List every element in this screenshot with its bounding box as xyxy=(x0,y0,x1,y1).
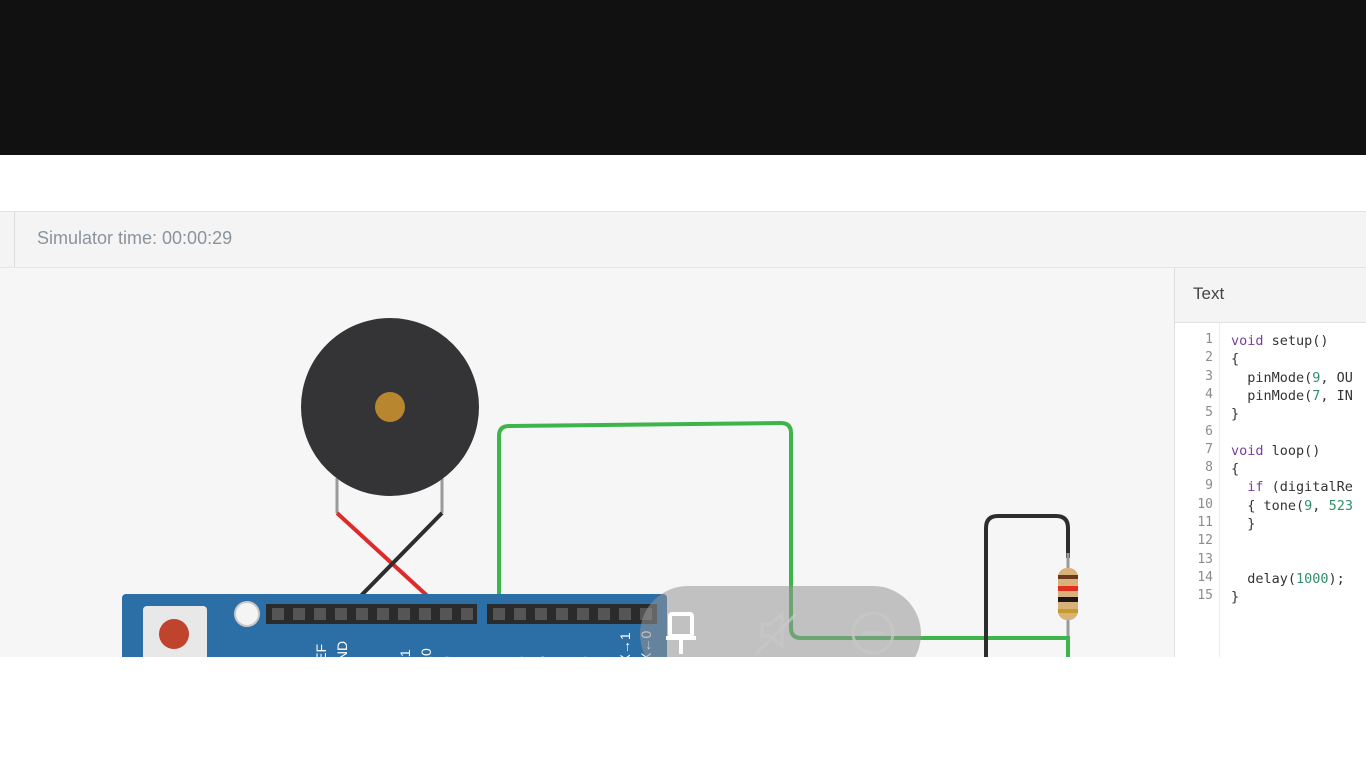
code-editor-panel: Text 1 2 3 4 5 6 7 8 9 10 11 12 13 14 15 void setup(){… xyxy=(1174,268,1366,658)
code-line[interactable]: delay(1000); xyxy=(1231,570,1345,588)
code-line[interactable]: if (digitalRe xyxy=(1231,478,1353,496)
line-number: 3 xyxy=(1205,368,1213,384)
line-number: 6 xyxy=(1205,423,1213,439)
line-number: 7 xyxy=(1205,441,1213,457)
reset-button xyxy=(159,619,189,649)
page-bottom xyxy=(0,657,1366,768)
code-line[interactable]: { xyxy=(1231,350,1239,368)
pin-label: TX→1 xyxy=(617,632,633,658)
simulator-app: Simulator time: 00:00:29 REF GND TX→1 Te… xyxy=(0,211,1366,658)
line-number: 15 xyxy=(1197,588,1213,604)
code-line[interactable]: pinMode(7, IN xyxy=(1231,387,1353,405)
pin-label: REF xyxy=(313,644,329,658)
buzzer-center xyxy=(375,392,405,422)
line-number: 10 xyxy=(1197,496,1213,512)
simulator-time: Simulator time: 00:00:29 xyxy=(37,228,233,248)
line-number: 12 xyxy=(1197,533,1213,549)
circuit-drawing: REF GND 13 12 ~11 ~10 ~9 8 7 ~6 ~5 4 ~3 … xyxy=(122,318,1078,658)
header-right xyxy=(487,604,657,624)
line-number-gutter: 1 2 3 4 5 6 7 8 9 10 11 12 13 14 15 xyxy=(1175,323,1220,658)
line-number: 9 xyxy=(1205,478,1213,494)
line-number: 8 xyxy=(1205,460,1213,476)
video-letterbox-top xyxy=(0,0,1366,155)
line-number: 11 xyxy=(1197,515,1213,530)
code-line[interactable]: void setup() xyxy=(1231,332,1329,350)
pin-label: GND xyxy=(334,641,350,658)
line-number: 4 xyxy=(1205,386,1213,402)
code-line[interactable]: pinMode(9, OU xyxy=(1231,369,1353,387)
line-number: 2 xyxy=(1205,350,1213,366)
code-line[interactable]: void loop() xyxy=(1231,442,1320,460)
line-number: 1 xyxy=(1205,332,1213,347)
code-line[interactable]: } xyxy=(1231,588,1239,606)
line-number: 13 xyxy=(1197,551,1213,567)
code-editor-header: Text xyxy=(1175,268,1366,323)
code-line[interactable]: { tone(9, 523 xyxy=(1231,497,1353,515)
simulator-header: Simulator time: 00:00:29 xyxy=(0,212,1366,268)
code-line[interactable]: { xyxy=(1231,460,1239,478)
editor-mode-label[interactable]: Text xyxy=(1193,284,1224,304)
overlay-toolbar xyxy=(640,586,921,658)
line-number: 14 xyxy=(1197,569,1213,585)
line-number: 5 xyxy=(1205,405,1213,421)
power-led xyxy=(234,601,260,627)
code-line[interactable]: } xyxy=(1231,405,1239,423)
code-line[interactable]: } xyxy=(1231,515,1255,533)
circuit-canvas[interactable]: REF GND 13 12 ~11 ~10 ~9 8 7 ~6 ~5 4 ~3 … xyxy=(0,268,1173,658)
header-divider xyxy=(14,212,15,267)
page-gap xyxy=(0,155,1366,211)
